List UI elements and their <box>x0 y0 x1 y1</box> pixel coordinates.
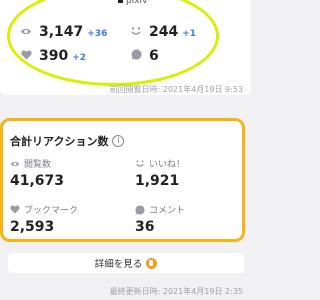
total-comments-label: コメント <box>149 206 186 216</box>
recent-views-delta: +36 <box>87 29 108 39</box>
total-reactions-title: 合計リアクション数 <box>10 135 109 148</box>
total-likes-cell: いいね！ 1,921 <box>135 157 185 189</box>
eye-icon <box>19 27 33 36</box>
smile-icon <box>135 159 145 168</box>
recent-bookmarks-value: 390 <box>39 48 69 64</box>
total-bookmarks-value: 2,593 <box>10 219 55 235</box>
total-views-value: 41,673 <box>10 173 65 189</box>
recent-views-stat: 3,147 +36 <box>19 24 107 40</box>
total-views-cell: 閲覧数 41,673 <box>10 157 64 189</box>
total-comments-cell: コメント 36 <box>135 203 185 235</box>
comment-icon <box>135 204 145 215</box>
total-likes-value: 1,921 <box>135 173 180 189</box>
heart-icon <box>10 205 20 214</box>
eye-icon <box>10 160 20 168</box>
recent-bookmarks-stat: 390 +2 <box>19 48 86 64</box>
total-bookmarks-label: ブックマーク <box>24 206 79 216</box>
total-views-label: 閲覧数 <box>24 160 52 170</box>
recent-likes-delta: +1 <box>182 29 197 39</box>
recent-likes-value: 244 <box>149 24 179 40</box>
total-comments-value: 36 <box>135 219 155 235</box>
previous-view-time: 前回閲覧日時: 2021年4月19日 9:53 <box>109 85 243 94</box>
comment-icon <box>129 49 143 60</box>
total-bookmarks-cell: ブックマーク 2,593 <box>10 203 78 235</box>
total-likes-label: いいね！ <box>149 160 186 170</box>
recent-bookmarks-delta: +2 <box>72 53 87 63</box>
smile-icon <box>129 26 143 36</box>
recent-views-value: 3,147 <box>39 24 84 40</box>
view-details-label: 詳細を見る <box>94 259 143 270</box>
recent-comments-stat: 6 <box>129 48 159 64</box>
last-updated-time: 最終更新日時: 2021年4月19日 2:35 <box>109 287 243 296</box>
recent-likes-stat: 244 +1 <box>129 24 196 40</box>
heart-icon <box>19 50 33 60</box>
info-icon[interactable]: i <box>112 135 125 147</box>
recent-comments-value: 6 <box>149 48 159 64</box>
cursor-hand-icon <box>146 257 158 269</box>
total-reactions-title-row: 合計リアクション数 i <box>10 133 125 149</box>
view-details-button[interactable]: 詳細を見る <box>8 253 244 273</box>
